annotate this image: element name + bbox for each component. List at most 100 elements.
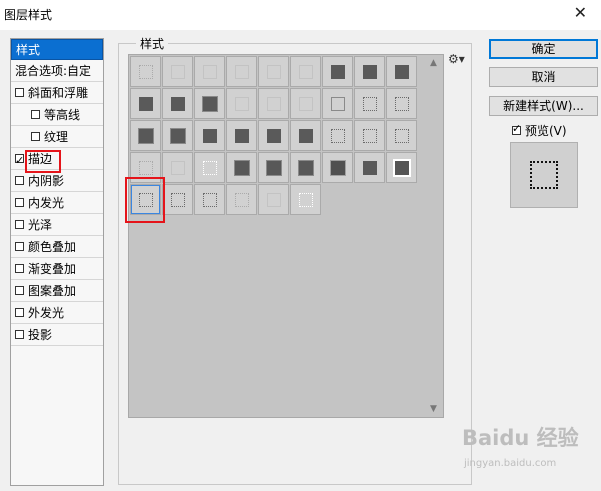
style-swatch[interactable] bbox=[386, 56, 417, 87]
style-swatch[interactable] bbox=[386, 88, 417, 119]
style-item-13[interactable]: 投影 bbox=[11, 325, 103, 346]
style-swatch[interactable] bbox=[162, 56, 193, 87]
styles-group-label: 样式 bbox=[136, 35, 169, 52]
style-swatch[interactable] bbox=[322, 88, 353, 119]
style-swatch[interactable] bbox=[290, 56, 321, 87]
style-swatch[interactable] bbox=[130, 56, 161, 87]
style-item-1[interactable]: 混合选项:自定 bbox=[11, 61, 103, 82]
ok-button[interactable]: 确定 bbox=[489, 39, 598, 59]
close-icon[interactable]: ✕ bbox=[574, 3, 587, 23]
style-swatch[interactable] bbox=[290, 120, 321, 151]
style-item-checkbox[interactable] bbox=[15, 220, 24, 229]
swatch-thumbnail bbox=[299, 161, 313, 175]
cancel-button[interactable]: 取消 bbox=[489, 67, 598, 87]
style-item-checkbox[interactable] bbox=[15, 308, 24, 317]
style-item-checkbox[interactable] bbox=[15, 330, 24, 339]
style-swatch[interactable] bbox=[162, 120, 193, 151]
style-swatch[interactable] bbox=[290, 152, 321, 183]
style-swatch[interactable] bbox=[354, 88, 385, 119]
style-item-label: 纹理 bbox=[44, 130, 69, 144]
swatch-thumbnail bbox=[267, 193, 281, 207]
style-swatch[interactable] bbox=[258, 152, 289, 183]
style-item-3[interactable]: 等高线 bbox=[11, 105, 103, 126]
style-swatch[interactable] bbox=[258, 184, 289, 215]
style-item-11[interactable]: 图案叠加 bbox=[11, 281, 103, 302]
style-swatch[interactable] bbox=[194, 120, 225, 151]
style-item-label: 内阴影 bbox=[28, 174, 65, 188]
style-swatch[interactable] bbox=[194, 184, 225, 215]
style-item-7[interactable]: 内发光 bbox=[11, 193, 103, 214]
style-swatch[interactable] bbox=[226, 56, 257, 87]
style-item-6[interactable]: 内阴影 bbox=[11, 171, 103, 192]
swatch-thumbnail bbox=[235, 65, 249, 79]
swatch-thumbnail bbox=[299, 97, 313, 111]
style-swatch[interactable] bbox=[386, 120, 417, 151]
style-swatch[interactable] bbox=[194, 56, 225, 87]
swatch-thumbnail bbox=[395, 129, 409, 143]
style-swatch[interactable] bbox=[322, 120, 353, 151]
style-swatch[interactable] bbox=[226, 88, 257, 119]
style-item-checkbox[interactable] bbox=[15, 286, 24, 295]
style-swatch[interactable] bbox=[322, 152, 353, 183]
swatch-thumbnail bbox=[395, 161, 409, 175]
style-swatch[interactable] bbox=[354, 56, 385, 87]
style-swatch[interactable] bbox=[322, 56, 353, 87]
new-style-button[interactable]: 新建样式(W)... bbox=[489, 96, 598, 116]
style-swatch[interactable] bbox=[130, 120, 161, 151]
swatch-thumbnail bbox=[203, 161, 217, 175]
swatch-thumbnail bbox=[363, 129, 377, 143]
style-swatch[interactable] bbox=[162, 88, 193, 119]
style-swatch[interactable] bbox=[290, 184, 321, 215]
style-item-0[interactable]: 样式 bbox=[11, 39, 103, 60]
title-bar: 图层样式 ✕ bbox=[0, 0, 601, 30]
style-item-checkbox[interactable] bbox=[15, 198, 24, 207]
style-item-label: 光泽 bbox=[28, 218, 53, 232]
style-item-checkbox[interactable] bbox=[15, 242, 24, 251]
preview-checkbox[interactable]: 预览(V) bbox=[512, 122, 567, 139]
swatch-thumbnail bbox=[171, 65, 185, 79]
swatch-thumbnail bbox=[203, 193, 217, 207]
swatch-thumbnail bbox=[267, 161, 281, 175]
style-swatch[interactable] bbox=[258, 88, 289, 119]
style-swatch[interactable] bbox=[354, 152, 385, 183]
swatch-thumbnail bbox=[139, 97, 153, 111]
style-category-list: 样式混合选项:自定斜面和浮雕等高线纹理描边内阴影内发光光泽颜色叠加渐变叠加图案叠… bbox=[10, 38, 104, 486]
swatch-thumbnail bbox=[363, 97, 377, 111]
style-item-checkbox[interactable] bbox=[15, 150, 24, 171]
style-item-checkbox[interactable] bbox=[31, 132, 40, 141]
style-swatch[interactable] bbox=[290, 88, 321, 119]
style-swatch[interactable] bbox=[258, 120, 289, 151]
style-swatch[interactable] bbox=[226, 184, 257, 215]
style-item-checkbox[interactable] bbox=[31, 110, 40, 119]
scroll-down-arrow-icon[interactable]: ▼ bbox=[430, 404, 437, 414]
swatch-thumbnail bbox=[203, 97, 217, 111]
style-swatch[interactable] bbox=[194, 152, 225, 183]
swatch-thumbnail bbox=[139, 129, 153, 143]
style-item-checkbox[interactable] bbox=[15, 176, 24, 185]
style-item-2[interactable]: 斜面和浮雕 bbox=[11, 83, 103, 104]
style-item-checkbox[interactable] bbox=[15, 264, 24, 273]
style-item-10[interactable]: 渐变叠加 bbox=[11, 259, 103, 280]
swatch-thumbnail bbox=[395, 97, 409, 111]
preview-checkbox-box[interactable] bbox=[512, 122, 521, 135]
style-item-8[interactable]: 光泽 bbox=[11, 215, 103, 236]
style-swatch[interactable] bbox=[162, 152, 193, 183]
style-swatch[interactable] bbox=[194, 88, 225, 119]
swatch-thumbnail bbox=[235, 129, 249, 143]
style-swatch[interactable] bbox=[162, 184, 193, 215]
style-item-4[interactable]: 纹理 bbox=[11, 127, 103, 148]
swatch-thumbnail bbox=[299, 65, 313, 79]
style-item-label: 样式 bbox=[16, 43, 41, 57]
style-swatch[interactable] bbox=[226, 120, 257, 151]
style-item-9[interactable]: 颜色叠加 bbox=[11, 237, 103, 258]
style-swatch[interactable] bbox=[386, 152, 417, 183]
scroll-up-arrow-icon[interactable]: ▲ bbox=[430, 58, 437, 68]
style-swatch[interactable] bbox=[258, 56, 289, 87]
swatch-thumbnail bbox=[331, 129, 345, 143]
style-swatch[interactable] bbox=[130, 88, 161, 119]
style-swatch[interactable] bbox=[354, 120, 385, 151]
style-swatch[interactable] bbox=[226, 152, 257, 183]
style-item-12[interactable]: 外发光 bbox=[11, 303, 103, 324]
style-item-checkbox[interactable] bbox=[15, 88, 24, 97]
gear-icon[interactable]: ⚙▾ bbox=[448, 52, 465, 66]
